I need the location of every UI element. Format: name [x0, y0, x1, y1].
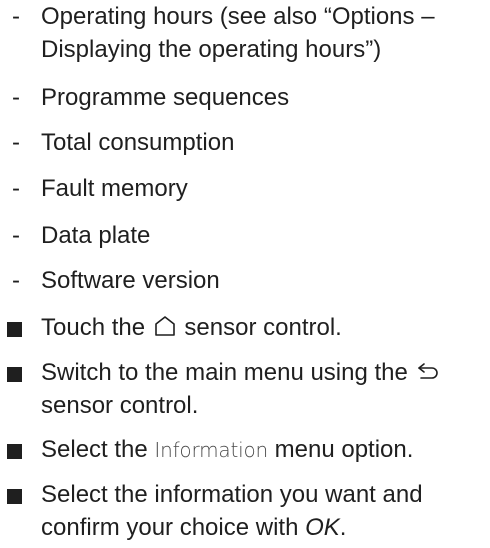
home-icon — [154, 316, 175, 336]
back-arrow-icon — [417, 363, 438, 379]
square-bullet — [7, 489, 22, 504]
ok-label: OK — [305, 514, 340, 541]
step-text-before: confirm your choice with — [41, 514, 299, 541]
list-item-line-2: Displaying the operating hours”) — [41, 36, 382, 63]
list-item-text: Programme sequences — [41, 84, 290, 111]
list-item-text: Operating hours (see also “Options – Dis… — [41, 0, 435, 66]
square-bullet — [7, 444, 22, 459]
step-text-before: Switch to the main menu using the — [41, 359, 408, 386]
step-text-after: sensor control. — [184, 314, 342, 341]
dash-bullet — [6, 264, 34, 297]
instruction-step-text: Select the Information menu option. — [41, 433, 413, 467]
square-bullet — [7, 322, 22, 337]
square-bullet — [7, 367, 22, 382]
instruction-step-text: Switch to the main menu using the sensor… — [41, 356, 441, 422]
step-text-before: Select the — [41, 436, 148, 463]
menu-option-label: Information — [154, 438, 268, 462]
dash-bullet — [6, 172, 34, 205]
list-item-text: Fault memory — [41, 175, 188, 202]
step-text-after: menu option. — [274, 436, 414, 463]
instruction-step-text: Select the information you want and conf… — [41, 478, 423, 544]
list-item-text: Software version — [41, 267, 220, 294]
step-line-1: Switch to the main menu using the — [41, 356, 441, 389]
list-item-line-1: Operating hours (see also “Options – — [41, 3, 435, 30]
step-text-before: Touch the — [41, 314, 146, 341]
dash-bullet — [6, 126, 34, 159]
step-line-1: Select the information you want and — [41, 481, 423, 508]
step-text-after: . — [339, 514, 347, 541]
list-item-text: Total consumption — [41, 129, 235, 156]
instruction-page: Operating hours (see also “Options – Dis… — [0, 0, 490, 548]
instruction-step-text: Touch the sensor control. — [41, 311, 342, 344]
dash-bullet — [6, 0, 34, 33]
list-item-text: Data plate — [41, 222, 151, 249]
dash-bullet — [6, 81, 34, 114]
step-line-2: confirm your choice with OK. — [41, 511, 423, 544]
dash-bullet — [6, 219, 34, 252]
step-line-2: sensor control. — [41, 392, 199, 419]
